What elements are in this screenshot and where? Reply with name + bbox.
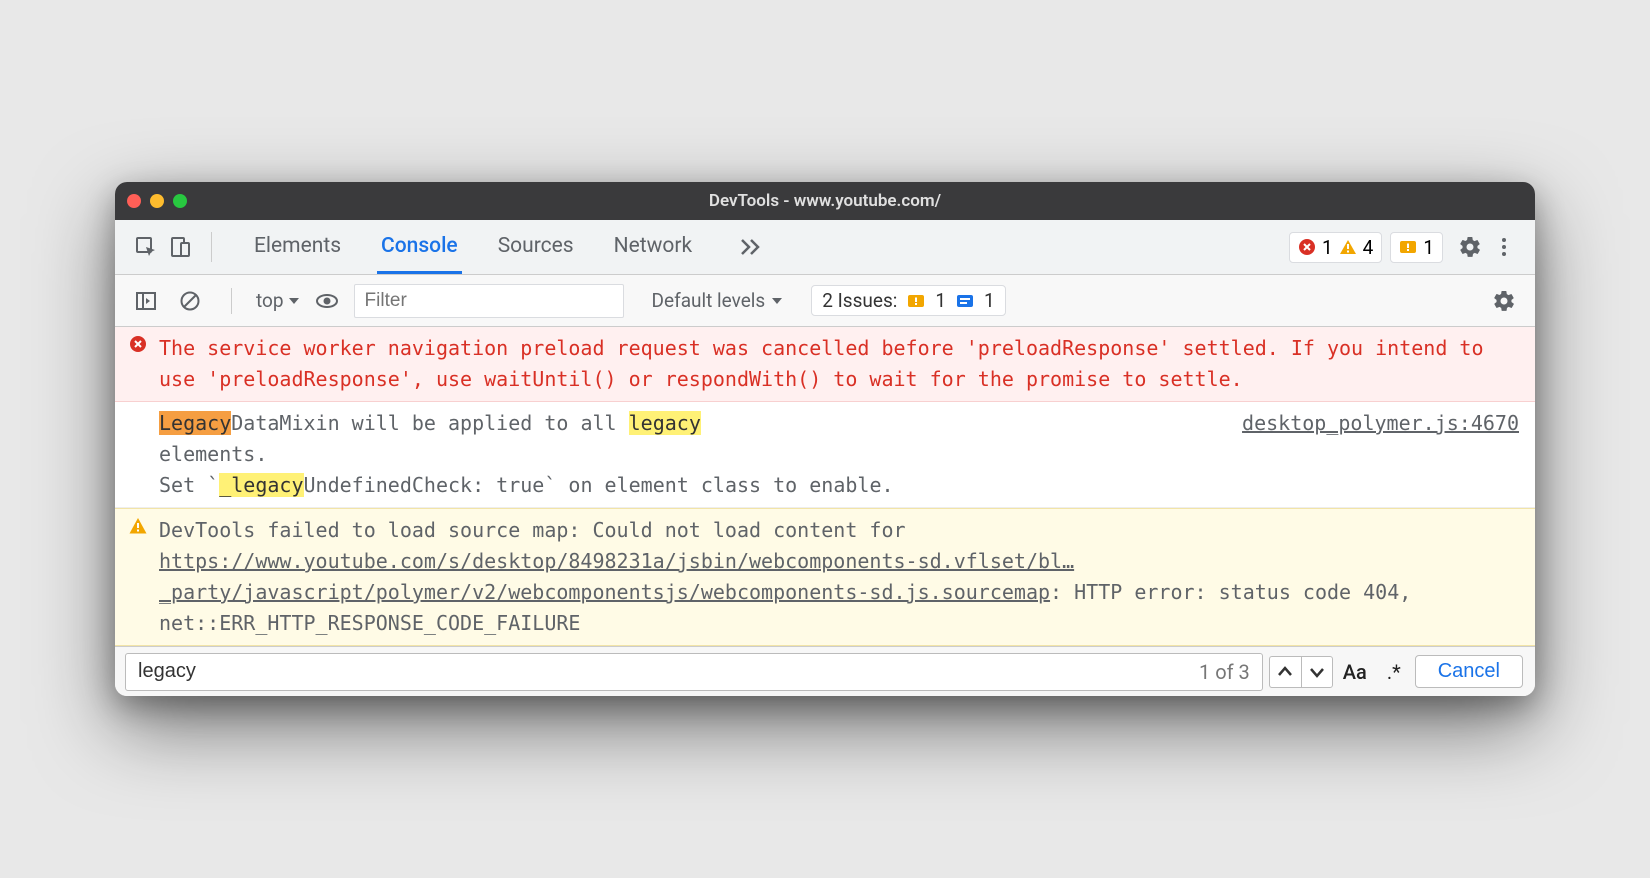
warning-link[interactable]: https://www.youtube.com/s/desktop/849823… <box>159 549 1074 604</box>
devtools-window: DevTools - www.youtube.com/ Elements Con… <box>115 182 1535 696</box>
issue-breaking-count: 1 <box>1423 236 1434 259</box>
match-case-toggle[interactable]: Aa <box>1343 660 1367 684</box>
find-input[interactable] <box>138 660 1199 683</box>
chevron-up-icon <box>1278 665 1292 679</box>
issues-pill[interactable]: 2 Issues: 1 1 <box>811 285 1006 316</box>
errors-warnings-pill[interactable]: 1 4 <box>1289 232 1382 263</box>
chevron-down-icon <box>288 295 300 307</box>
console-toolbar: top Default levels 2 Issues: 1 1 <box>115 275 1535 327</box>
log-text-fragment: Set ` <box>159 473 219 497</box>
source-link[interactable]: desktop_polymer.js:4670 <box>1242 408 1519 439</box>
divider <box>211 232 212 262</box>
kebab-menu-icon[interactable] <box>1487 230 1521 264</box>
panel-tabs: Elements Console Sources Network <box>250 220 1281 274</box>
search-highlight-current: Legacy <box>159 411 231 435</box>
minimize-window-button[interactable] <box>150 194 164 208</box>
search-highlight: legacy <box>629 411 701 435</box>
divider <box>231 288 232 314</box>
clear-console-icon[interactable] <box>173 284 207 318</box>
issues-breaking-count: 1 <box>935 289 946 312</box>
find-bar: 1 of 3 Aa .* Cancel <box>115 646 1535 696</box>
find-prev-button[interactable] <box>1269 656 1301 688</box>
console-row-log[interactable]: desktop_polymer.js:4670 LegacyDataMixin … <box>115 402 1535 508</box>
filter-input[interactable] <box>354 284 624 318</box>
levels-dropdown[interactable]: Default levels <box>652 289 784 312</box>
issue-info-icon <box>956 292 974 310</box>
find-cancel-button[interactable]: Cancel <box>1415 655 1523 688</box>
traffic-lights <box>127 194 187 208</box>
log-text-fragment: elements. <box>159 442 267 466</box>
maximize-window-button[interactable] <box>173 194 187 208</box>
log-text-fragment: UndefinedCheck: true` on element class t… <box>304 473 894 497</box>
error-icon <box>1298 238 1316 256</box>
regex-toggle[interactable]: .* <box>1387 660 1401 684</box>
tab-console[interactable]: Console <box>377 220 462 274</box>
settings-gear-icon[interactable] <box>1453 230 1487 264</box>
main-toolbar: Elements Console Sources Network 1 4 1 <box>115 220 1535 275</box>
toggle-sidebar-icon[interactable] <box>129 284 163 318</box>
close-window-button[interactable] <box>127 194 141 208</box>
find-next-button[interactable] <box>1301 656 1333 688</box>
status-pills: 1 4 1 <box>1289 232 1443 263</box>
levels-label: Default levels <box>652 289 766 312</box>
search-highlight: _legacy <box>219 473 303 497</box>
console-settings-gear-icon[interactable] <box>1487 284 1521 318</box>
more-tabs-icon[interactable] <box>740 238 762 256</box>
context-label: top <box>256 289 284 312</box>
error-icon <box>129 335 147 353</box>
issues-info-count: 1 <box>984 289 995 312</box>
console-row-warning[interactable]: DevTools failed to load source map: Coul… <box>115 508 1535 646</box>
issue-breaking-icon <box>907 292 925 310</box>
tab-elements[interactable]: Elements <box>250 220 345 274</box>
warning-count: 4 <box>1363 236 1374 259</box>
chevron-down-icon <box>771 295 783 307</box>
find-input-wrapper[interactable]: 1 of 3 <box>125 653 1263 691</box>
warning-text-prefix: DevTools failed to load source map: Coul… <box>159 518 906 542</box>
error-count: 1 <box>1322 236 1333 259</box>
chevron-down-icon <box>1310 665 1324 679</box>
live-expression-icon[interactable] <box>310 284 344 318</box>
tab-sources[interactable]: Sources <box>494 220 578 274</box>
log-text-fragment: DataMixin will be applied to all <box>231 411 628 435</box>
issues-pill-top[interactable]: 1 <box>1390 232 1443 263</box>
warning-icon <box>1339 238 1357 256</box>
titlebar: DevTools - www.youtube.com/ <box>115 182 1535 220</box>
window-title: DevTools - www.youtube.com/ <box>115 191 1535 211</box>
tab-network[interactable]: Network <box>610 220 697 274</box>
find-count: 1 of 3 <box>1199 660 1250 684</box>
issue-breaking-icon <box>1399 238 1417 256</box>
console-body: The service worker navigation preload re… <box>115 327 1535 646</box>
context-selector[interactable]: top <box>256 289 300 312</box>
error-message-text: The service worker navigation preload re… <box>159 336 1484 391</box>
device-toggle-icon[interactable] <box>163 230 197 264</box>
console-row-error[interactable]: The service worker navigation preload re… <box>115 327 1535 402</box>
inspect-element-icon[interactable] <box>129 230 163 264</box>
warning-icon <box>129 517 147 535</box>
issues-label: 2 Issues: <box>822 289 897 312</box>
